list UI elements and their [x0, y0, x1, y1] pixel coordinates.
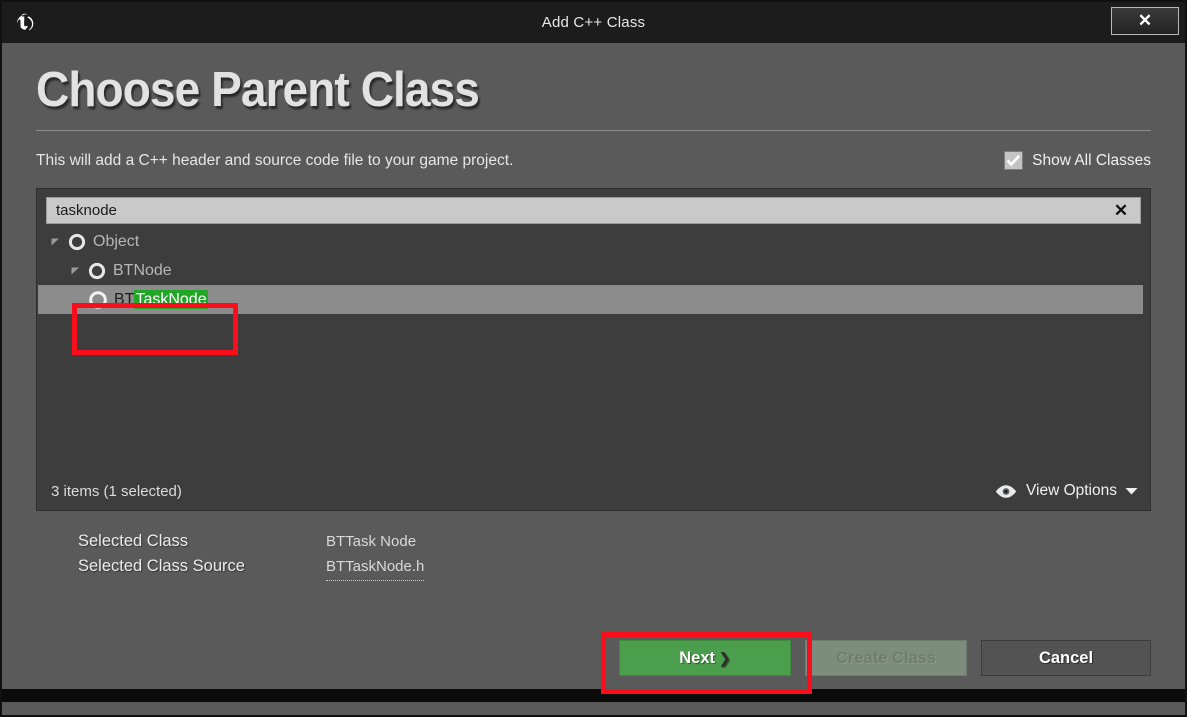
- class-circle-icon: [65, 232, 89, 252]
- show-all-classes-toggle[interactable]: Show All Classes: [1004, 151, 1151, 171]
- list-panel-footer: 3 items (1 selected) View Options: [37, 472, 1150, 510]
- show-all-classes-label: Show All Classes: [1032, 151, 1151, 169]
- create-class-button[interactable]: Create Class: [805, 640, 967, 676]
- tree-item-label: BTNode: [113, 261, 172, 279]
- description-text: This will add a C++ header and source co…: [36, 151, 514, 169]
- selected-class-source-value[interactable]: BTTaskNode.h: [326, 554, 425, 582]
- selected-class-row: Selected Class BTTask Node: [78, 529, 1151, 554]
- triangle-down-icon[interactable]: [65, 265, 85, 276]
- show-all-classes-checkbox[interactable]: [1004, 151, 1024, 171]
- description-row: This will add a C++ header and source co…: [36, 151, 1151, 171]
- window-title: Add C++ Class: [541, 14, 646, 31]
- selected-class-source-label: Selected Class Source: [78, 557, 245, 576]
- tree-row-selected[interactable]: BTTaskNode: [38, 285, 1143, 315]
- chevron-down-icon: [1125, 487, 1138, 495]
- search-field[interactable]: tasknode ✕: [46, 197, 1141, 225]
- dialog-button-row: Next ❯ Create Class Cancel: [619, 640, 1151, 676]
- selected-class-value: BTTask Node: [326, 533, 417, 551]
- tree-item-label-match: TaskNode: [134, 289, 208, 309]
- search-input[interactable]: tasknode: [56, 202, 1108, 219]
- view-options-button[interactable]: View Options: [994, 482, 1138, 500]
- tree-item-label-selected: BTTaskNode: [114, 289, 208, 309]
- tree-row[interactable]: BTNode: [37, 256, 1150, 285]
- add-cpp-class-dialog: Add C++ Class ✕ Choose Parent Class This…: [0, 0, 1187, 717]
- chevron-right-icon: ❯: [719, 649, 731, 666]
- triangle-down-icon[interactable]: [45, 236, 65, 247]
- selected-class-source-row: Selected Class Source BTTaskNode.h: [78, 554, 1151, 582]
- unreal-engine-logo-icon: [2, 2, 50, 43]
- next-button-label: Next: [679, 648, 716, 667]
- dialog-body: Choose Parent Class This will add a C++ …: [2, 43, 1185, 702]
- window-bottom-strip: [2, 689, 1185, 702]
- selected-class-info: Selected Class BTTask Node Selected Clas…: [36, 529, 1151, 582]
- title-divider: [36, 130, 1151, 132]
- tree-item-label: Object: [93, 232, 140, 250]
- cancel-button[interactable]: Cancel: [981, 640, 1151, 676]
- class-tree: Object BTNode BTTaskNode: [37, 227, 1150, 472]
- class-circle-icon: [86, 289, 110, 311]
- page-title: Choose Parent Class: [36, 63, 480, 117]
- check-icon: [1006, 155, 1021, 167]
- search-clear-icon[interactable]: ✕: [1108, 200, 1134, 222]
- class-circle-icon: [85, 261, 109, 281]
- view-options-label: View Options: [1025, 482, 1117, 500]
- eye-icon: [994, 484, 1018, 499]
- tree-item-label-prefix: BT: [114, 290, 135, 308]
- close-button[interactable]: ✕: [1111, 7, 1179, 35]
- title-bar: Add C++ Class ✕: [2, 2, 1185, 43]
- class-list-panel: tasknode ✕ Object BTNode BTTaskNode 3 it…: [36, 188, 1151, 512]
- tree-row[interactable]: Object: [37, 227, 1150, 256]
- next-button[interactable]: Next ❯: [619, 640, 791, 676]
- selected-class-label: Selected Class: [78, 532, 189, 551]
- items-count-label: 3 items (1 selected): [51, 482, 182, 500]
